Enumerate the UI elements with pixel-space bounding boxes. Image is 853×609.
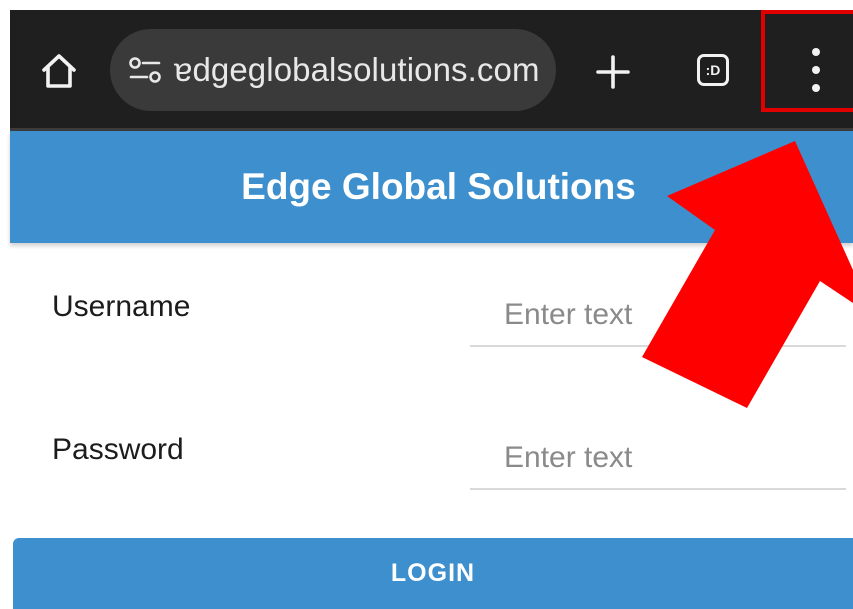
browser-toolbar: ɐdgeglobalsolutions.com :D xyxy=(10,10,853,128)
home-icon xyxy=(42,54,76,88)
tune-icon[interactable] xyxy=(128,56,162,84)
tab-switcher-icon: :D xyxy=(705,62,721,78)
address-bar[interactable]: ɐdgeglobalsolutions.com xyxy=(110,29,556,111)
password-input[interactable]: Enter text xyxy=(470,428,846,490)
window-margin xyxy=(0,0,10,609)
password-label: Password xyxy=(52,433,184,466)
login-button[interactable]: LOGIN xyxy=(13,538,853,609)
username-input[interactable]: Enter text xyxy=(470,285,846,347)
tab-switcher-button[interactable]: :D xyxy=(697,54,729,86)
username-label: Username xyxy=(52,290,191,323)
plus-icon xyxy=(596,55,630,89)
home-button[interactable] xyxy=(40,52,78,90)
page-title: Edge Global Solutions xyxy=(241,166,636,207)
url-text[interactable]: ɐdgeglobalsolutions.com xyxy=(174,51,540,89)
menu-highlight-box xyxy=(761,10,853,112)
new-tab-button[interactable] xyxy=(595,54,631,90)
app-header: Edge Global Solutions xyxy=(10,131,853,243)
